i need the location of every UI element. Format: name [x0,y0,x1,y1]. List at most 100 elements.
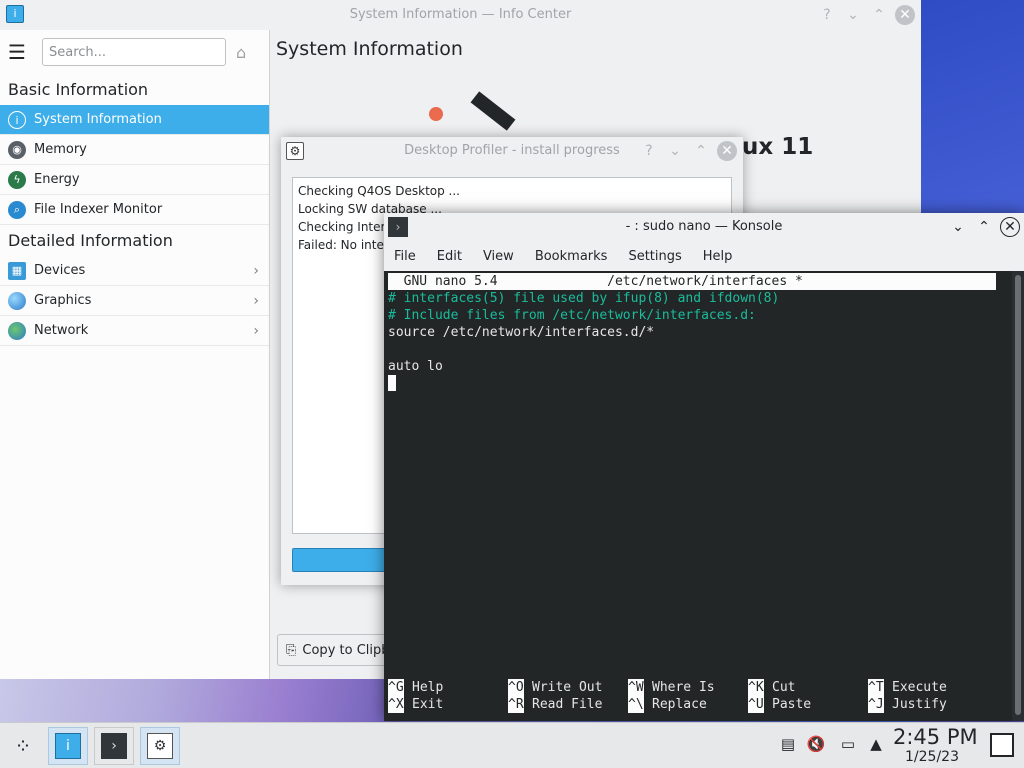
clipboard-icon[interactable]: ▤ [778,735,798,753]
sidebar-item-label: Energy [34,172,80,187]
file-line: # interfaces(5) file used by ifup(8) and… [388,291,780,306]
memory-icon: ◉ [8,140,26,159]
sidebar-item-memory[interactable]: ◉ Memory [0,135,269,165]
konsole-titlebar[interactable]: › - : sudo nano — Konsole ⌄ ⌃ ✕ [384,213,1024,241]
distro-logo-bar [470,91,516,131]
sidebar-item-label: Memory [34,142,87,157]
application-launcher-icon[interactable]: ⁘ [10,733,36,759]
sidebar-item-energy[interactable]: ϟ Energy [0,165,269,195]
menu-help[interactable]: Help [703,249,733,264]
sidebar-item-label: Network [34,323,89,338]
clock-time[interactable]: 2:45 PM [893,725,978,749]
task-info-center[interactable]: i [48,727,88,765]
sidebar-item-label: System Information [34,112,162,127]
distro-logo-dot [429,107,443,121]
close-icon[interactable]: ✕ [895,5,915,25]
sidebar-item-file-indexer-monitor[interactable]: ⌕ File Indexer Monitor [0,195,269,225]
menu-bookmarks[interactable]: Bookmarks [535,249,608,264]
sidebar-item-network[interactable]: Network › [0,316,269,346]
file-line: auto lo [388,359,443,374]
shortcut-label: Paste [772,697,812,712]
menu-settings[interactable]: Settings [628,249,681,264]
konsole-menubar: File Edit View Bookmarks Settings Help [384,241,1024,271]
minimize-icon[interactable]: ⌄ [948,217,968,237]
show-desktop-icon[interactable] [990,733,1014,757]
volume-muted-icon[interactable]: 🔇 [806,735,826,753]
sidebar-item-devices[interactable]: ▦ Devices › [0,256,269,286]
shortcut-key: ^U [748,696,764,713]
task-desktop-profiler[interactable]: ⚙ [140,727,180,765]
energy-icon: ϟ [8,170,26,189]
maximize-icon[interactable]: ⌃ [691,141,711,161]
chevron-right-icon: › [253,292,259,309]
copy-button-label: Copy to Clipb [302,642,390,658]
gear-task-icon: ⚙ [147,733,173,759]
close-icon[interactable]: ✕ [717,141,737,161]
maximize-icon[interactable]: ⌃ [869,5,889,25]
info-icon: i [8,110,26,129]
shortcut-label: Write Out [532,680,603,695]
terminal-scrollbar[interactable] [1012,271,1024,721]
sidebar: ☰ ⌂ Basic Information i System Informati… [0,30,270,679]
shortcut-label: Justify [892,697,947,712]
sidebar-item-graphics[interactable]: Graphics › [0,286,269,316]
konsole-window: › - : sudo nano — Konsole ⌄ ⌃ ✕ File Edi… [384,213,1024,721]
shortcut-label: Help [412,680,444,695]
clock-date[interactable]: 1/25/23 [905,749,959,765]
menu-edit[interactable]: Edit [437,249,462,264]
home-icon[interactable]: ⌂ [236,43,246,62]
shortcut-label: Read File [532,697,603,712]
hamburger-menu-icon[interactable]: ☰ [8,40,34,64]
shortcut-label: Replace [652,697,707,712]
distro-name-text: ux 11 [742,134,814,160]
file-line: source /etc/network/interfaces.d/* [388,325,655,340]
log-line: Checking Q4OS Desktop ... [298,184,460,198]
maximize-icon[interactable]: ⌃ [974,217,994,237]
terminal-task-icon: › [101,733,127,759]
close-icon[interactable]: ✕ [1000,217,1020,237]
file-line: # Include files from /etc/network/interf… [388,308,756,323]
taskbar: ⁘ i › ⚙ ▤ 🔇 ▭ ▲ 2:45 PM 1/25/23 [0,722,1024,768]
help-icon[interactable]: ? [817,5,837,25]
desktop-wallpaper-bottom [0,679,400,728]
shortcut-label: Execute [892,680,947,695]
graphics-icon [8,291,26,310]
scrollbar-thumb[interactable] [1015,275,1021,715]
minimize-icon[interactable]: ⌄ [843,5,863,25]
shortcut-key: ^G [388,679,404,696]
sidebar-item-label: Devices [34,263,86,278]
section-heading-detailed: Detailed Information [8,231,173,250]
sidebar-item-system-information[interactable]: i System Information [0,105,269,135]
network-icon[interactable]: ▭ [838,735,858,753]
menu-file[interactable]: File [394,249,416,264]
shortcut-key: ^\ [628,696,644,713]
terminal-area[interactable]: GNU nano 5.4 /etc/network/interfaces * #… [384,271,1012,721]
file-search-icon: ⌕ [8,200,26,219]
shortcut-key: ^J [868,696,884,713]
konsole-title: - : sudo nano — Konsole [625,219,783,234]
section-heading-basic: Basic Information [8,80,149,99]
page-title: System Information [276,38,463,60]
task-konsole[interactable]: › [94,727,134,765]
shortcut-key: ^X [388,696,404,713]
menu-view[interactable]: View [483,249,514,264]
shortcut-key: ^R [508,696,524,713]
text-cursor [388,375,396,391]
network-globe-icon [8,321,26,340]
shortcut-key: ^W [628,679,644,696]
shortcut-label: Exit [412,697,444,712]
devices-icon: ▦ [8,261,26,280]
chevron-right-icon: › [253,262,259,279]
tray-expand-icon[interactable]: ▲ [866,735,886,753]
info-center-task-icon: i [55,733,81,759]
nano-header: GNU nano 5.4 /etc/network/interfaces * [388,273,996,290]
shortcut-label: Where Is [652,680,715,695]
sidebar-item-label: File Indexer Monitor [34,202,163,217]
info-center-titlebar[interactable]: i System Information — Info Center ? ⌄ ⌃… [0,0,921,30]
help-icon[interactable]: ? [639,141,659,161]
info-center-title: System Information — Info Center [349,7,572,22]
copy-icon: ⎘ [286,642,297,658]
search-input[interactable] [42,38,226,66]
minimize-icon[interactable]: ⌄ [665,141,685,161]
shortcut-key: ^T [868,679,884,696]
